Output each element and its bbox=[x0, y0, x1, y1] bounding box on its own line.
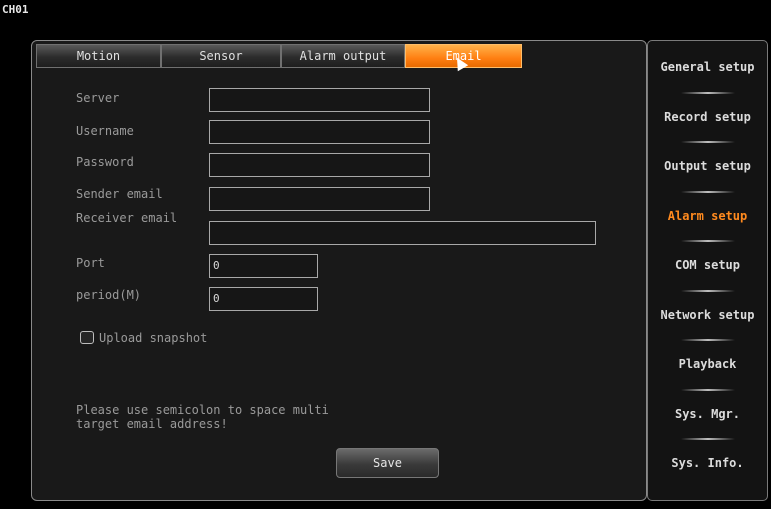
receiver-email-label: Receiver email bbox=[76, 211, 178, 225]
port-input[interactable]: 0 bbox=[209, 254, 318, 278]
receiver-email-input[interactable] bbox=[209, 221, 596, 245]
tab-alarm-output[interactable]: Alarm output bbox=[281, 44, 405, 68]
server-label: Server bbox=[76, 91, 120, 105]
sidebar-item-sys-mgr[interactable]: Sys. Mgr. bbox=[647, 389, 768, 439]
sender-email-input[interactable] bbox=[209, 187, 430, 211]
period-input[interactable]: 0 bbox=[209, 287, 318, 311]
email-note-line1: Please use semicolon to space multi bbox=[76, 403, 329, 417]
server-input[interactable] bbox=[209, 88, 430, 112]
period-label: period(M) bbox=[76, 288, 142, 302]
sender-email-label: Sender email bbox=[76, 187, 163, 201]
upload-snapshot-checkbox[interactable] bbox=[80, 331, 94, 344]
sidebar-item-playback[interactable]: Playback bbox=[647, 339, 768, 389]
save-button[interactable]: Save bbox=[336, 448, 439, 478]
username-label: Username bbox=[76, 124, 134, 138]
password-label: Password bbox=[76, 155, 134, 169]
port-label: Port bbox=[76, 256, 105, 270]
upload-snapshot-label: Upload snapshot bbox=[99, 331, 208, 345]
sidebar-item-network-setup[interactable]: Network setup bbox=[647, 290, 768, 340]
username-input[interactable] bbox=[209, 120, 430, 144]
sidebar-item-record-setup[interactable]: Record setup bbox=[647, 92, 768, 142]
channel-label: CH01 bbox=[2, 3, 29, 16]
password-input[interactable] bbox=[209, 153, 430, 177]
sidebar-item-general-setup[interactable]: General setup bbox=[647, 42, 768, 92]
sidebar-item-sys-info[interactable]: Sys. Info. bbox=[647, 438, 768, 488]
sidebar-item-output-setup[interactable]: Output setup bbox=[647, 141, 768, 191]
sidebar-item-com-setup[interactable]: COM setup bbox=[647, 240, 768, 290]
email-note-line2: target email address! bbox=[76, 417, 228, 431]
tab-sensor[interactable]: Sensor bbox=[161, 44, 281, 68]
tab-motion[interactable]: Motion bbox=[36, 44, 161, 68]
sidebar-item-alarm-setup[interactable]: Alarm setup bbox=[647, 191, 768, 241]
